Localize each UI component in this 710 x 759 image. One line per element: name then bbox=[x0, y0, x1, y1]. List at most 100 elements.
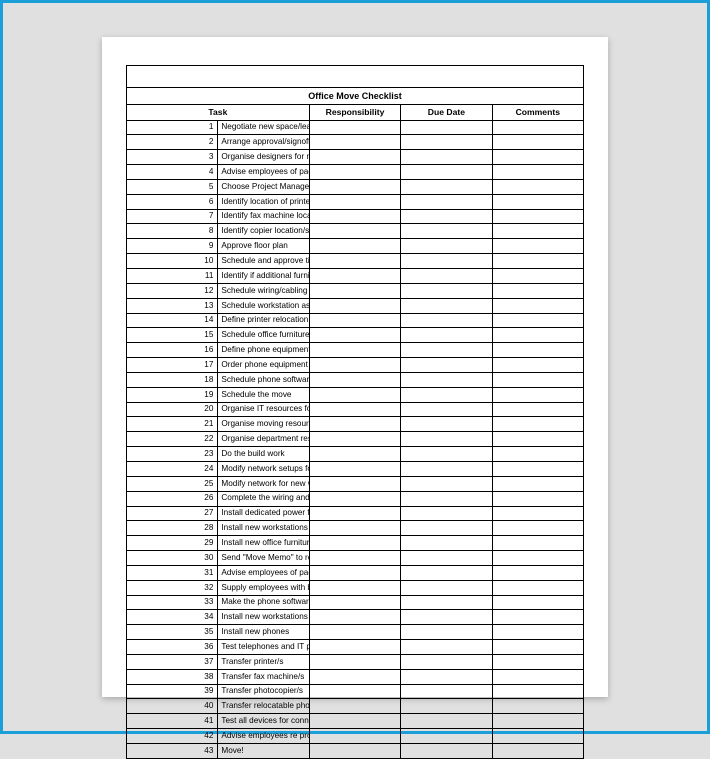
row-task: Transfer printer/s bbox=[218, 654, 309, 669]
table-row: 6Identify location of printers and works… bbox=[127, 194, 584, 209]
row-task: Install new workstations bbox=[218, 521, 309, 536]
row-due-date bbox=[401, 521, 492, 536]
row-task: Schedule the move bbox=[218, 387, 309, 402]
row-due-date bbox=[401, 536, 492, 551]
row-task: Organise designers for new floor plan de… bbox=[218, 150, 309, 165]
row-due-date bbox=[401, 372, 492, 387]
table-body: 1Negotiate new space/lease2Arrange appro… bbox=[127, 120, 584, 758]
row-due-date bbox=[401, 135, 492, 150]
row-number: 23 bbox=[127, 447, 218, 462]
row-task: Organise department resources for the mo… bbox=[218, 432, 309, 447]
row-due-date bbox=[401, 298, 492, 313]
row-comments bbox=[492, 254, 583, 269]
row-number: 9 bbox=[127, 239, 218, 254]
row-number: 36 bbox=[127, 640, 218, 655]
row-comments bbox=[492, 669, 583, 684]
table-row: 12Schedule wiring/cabling bbox=[127, 283, 584, 298]
row-comments bbox=[492, 417, 583, 432]
row-number: 32 bbox=[127, 580, 218, 595]
row-number: 15 bbox=[127, 328, 218, 343]
row-responsibility bbox=[309, 432, 400, 447]
row-comments bbox=[492, 565, 583, 580]
row-responsibility bbox=[309, 328, 400, 343]
row-due-date bbox=[401, 417, 492, 432]
row-due-date bbox=[401, 580, 492, 595]
row-task: Move! bbox=[218, 744, 309, 759]
table-row: 27Install dedicated power for copiers bbox=[127, 506, 584, 521]
row-due-date bbox=[401, 328, 492, 343]
row-responsibility bbox=[309, 239, 400, 254]
row-due-date bbox=[401, 610, 492, 625]
row-comments bbox=[492, 684, 583, 699]
row-task: Install dedicated power for copiers bbox=[218, 506, 309, 521]
row-number: 42 bbox=[127, 729, 218, 744]
table-row: 35Install new phones bbox=[127, 625, 584, 640]
row-task: Make the phone software setup changes bbox=[218, 595, 309, 610]
row-task: Order phone equipment upgrade (if any) bbox=[218, 358, 309, 373]
row-due-date bbox=[401, 476, 492, 491]
document-page: Office Move Checklist Task Responsibilit… bbox=[102, 37, 608, 697]
row-number: 40 bbox=[127, 699, 218, 714]
row-task: Schedule and approve timeline bbox=[218, 254, 309, 269]
table-row: 8Identify copier location/s bbox=[127, 224, 584, 239]
row-comments bbox=[492, 209, 583, 224]
row-responsibility bbox=[309, 387, 400, 402]
row-comments bbox=[492, 402, 583, 417]
table-row: 38Transfer fax machine/s bbox=[127, 669, 584, 684]
row-number: 31 bbox=[127, 565, 218, 580]
row-responsibility bbox=[309, 358, 400, 373]
row-comments bbox=[492, 283, 583, 298]
row-comments bbox=[492, 313, 583, 328]
row-responsibility bbox=[309, 298, 400, 313]
row-comments bbox=[492, 387, 583, 402]
row-task: Identify location of printers and workst… bbox=[218, 194, 309, 209]
row-number: 21 bbox=[127, 417, 218, 432]
row-number: 16 bbox=[127, 343, 218, 358]
row-number: 5 bbox=[127, 179, 218, 194]
row-responsibility bbox=[309, 447, 400, 462]
row-task: Negotiate new space/lease bbox=[218, 120, 309, 135]
row-comments bbox=[492, 298, 583, 313]
row-due-date bbox=[401, 506, 492, 521]
row-responsibility bbox=[309, 536, 400, 551]
table-row: 11Identify if additional furniture needs… bbox=[127, 269, 584, 284]
table-row: 32Supply employees with boxes bbox=[127, 580, 584, 595]
row-number: 39 bbox=[127, 684, 218, 699]
row-due-date bbox=[401, 744, 492, 759]
row-comments bbox=[492, 640, 583, 655]
row-responsibility bbox=[309, 744, 400, 759]
row-number: 22 bbox=[127, 432, 218, 447]
row-due-date bbox=[401, 551, 492, 566]
table-row: 42Advise employees re procedure for empt… bbox=[127, 729, 584, 744]
row-comments bbox=[492, 372, 583, 387]
table-row: 10Schedule and approve timeline bbox=[127, 254, 584, 269]
row-task: Modify network setups for new printers bbox=[218, 461, 309, 476]
row-comments bbox=[492, 432, 583, 447]
row-due-date bbox=[401, 313, 492, 328]
table-row: 40Transfer relocatable phone handsets bbox=[127, 699, 584, 714]
table-row: 39Transfer photocopier/s bbox=[127, 684, 584, 699]
row-due-date bbox=[401, 150, 492, 165]
row-responsibility bbox=[309, 120, 400, 135]
row-responsibility bbox=[309, 521, 400, 536]
table-row: 4Advise employees of packing and moving … bbox=[127, 165, 584, 180]
row-responsibility bbox=[309, 283, 400, 298]
row-due-date bbox=[401, 179, 492, 194]
row-due-date bbox=[401, 343, 492, 358]
row-responsibility bbox=[309, 476, 400, 491]
row-task: Schedule office furniture delivery bbox=[218, 328, 309, 343]
header-comments: Comments bbox=[492, 105, 583, 120]
row-task: Schedule phone software changes bbox=[218, 372, 309, 387]
row-responsibility bbox=[309, 179, 400, 194]
checklist-table: Office Move Checklist Task Responsibilit… bbox=[126, 87, 584, 759]
row-task: Organise IT resources for the move bbox=[218, 402, 309, 417]
row-due-date bbox=[401, 120, 492, 135]
table-row: 15Schedule office furniture delivery bbox=[127, 328, 584, 343]
row-comments bbox=[492, 551, 583, 566]
row-due-date bbox=[401, 669, 492, 684]
row-due-date bbox=[401, 625, 492, 640]
table-row: 30Send "Move Memo" to relocating employe… bbox=[127, 551, 584, 566]
row-task: Supply employees with boxes bbox=[218, 580, 309, 595]
row-task: Identify fax machine location/s bbox=[218, 209, 309, 224]
row-comments bbox=[492, 595, 583, 610]
